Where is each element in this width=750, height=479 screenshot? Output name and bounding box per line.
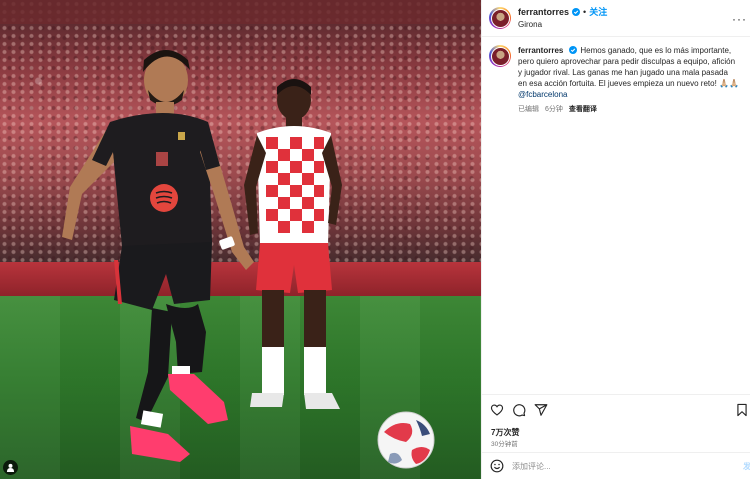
post-side-panel: ferrantorres • 关注 Girona ··· ferrantorre… bbox=[481, 0, 750, 479]
tagged-user-icon[interactable] bbox=[3, 460, 18, 475]
actions-bar: 7万次赞 30分钟前 bbox=[482, 394, 750, 452]
emoji-icon[interactable] bbox=[490, 459, 504, 473]
heart-icon[interactable] bbox=[490, 403, 504, 417]
main-player-figure bbox=[62, 50, 254, 462]
bookmark-icon[interactable] bbox=[735, 403, 749, 417]
post-time[interactable]: 30分钟前 bbox=[491, 438, 518, 448]
comment-bar: 发布 bbox=[482, 452, 750, 479]
football bbox=[377, 411, 435, 469]
verified-badge-icon bbox=[572, 7, 581, 16]
more-options-icon[interactable]: ··· bbox=[732, 12, 747, 26]
caption-username[interactable]: ferrantorres bbox=[518, 46, 563, 55]
caption-avatar[interactable] bbox=[489, 45, 511, 67]
translate-button[interactable]: 查看翻译 bbox=[569, 104, 597, 114]
author-username[interactable]: ferrantorres bbox=[518, 6, 569, 18]
post-comment-button[interactable]: 发布 bbox=[743, 461, 750, 472]
comment-input[interactable] bbox=[512, 461, 712, 471]
comment-icon[interactable] bbox=[512, 403, 526, 417]
follow-button[interactable]: 关注 bbox=[589, 6, 607, 18]
post-location[interactable]: Girona bbox=[518, 19, 607, 31]
post-header: ferrantorres • 关注 Girona ··· bbox=[482, 0, 750, 37]
separator-dot: • bbox=[583, 6, 587, 17]
like-count[interactable]: 7万次赞 bbox=[491, 427, 519, 438]
verified-badge-icon bbox=[569, 46, 578, 54]
mention-link[interactable]: @fcbarcelona bbox=[518, 89, 739, 100]
post-photo[interactable] bbox=[0, 0, 481, 479]
caption-time[interactable]: 6分钟 bbox=[545, 104, 563, 114]
instagram-post: ferrantorres • 关注 Girona ··· ferrantorre… bbox=[0, 0, 750, 479]
edited-label: 已编辑 bbox=[518, 106, 539, 113]
author-avatar[interactable] bbox=[489, 7, 511, 29]
post-caption: ferrantorres Hemos ganado, que es lo más … bbox=[489, 45, 739, 114]
share-icon[interactable] bbox=[534, 403, 548, 417]
stadium-stand-band bbox=[0, 0, 481, 24]
